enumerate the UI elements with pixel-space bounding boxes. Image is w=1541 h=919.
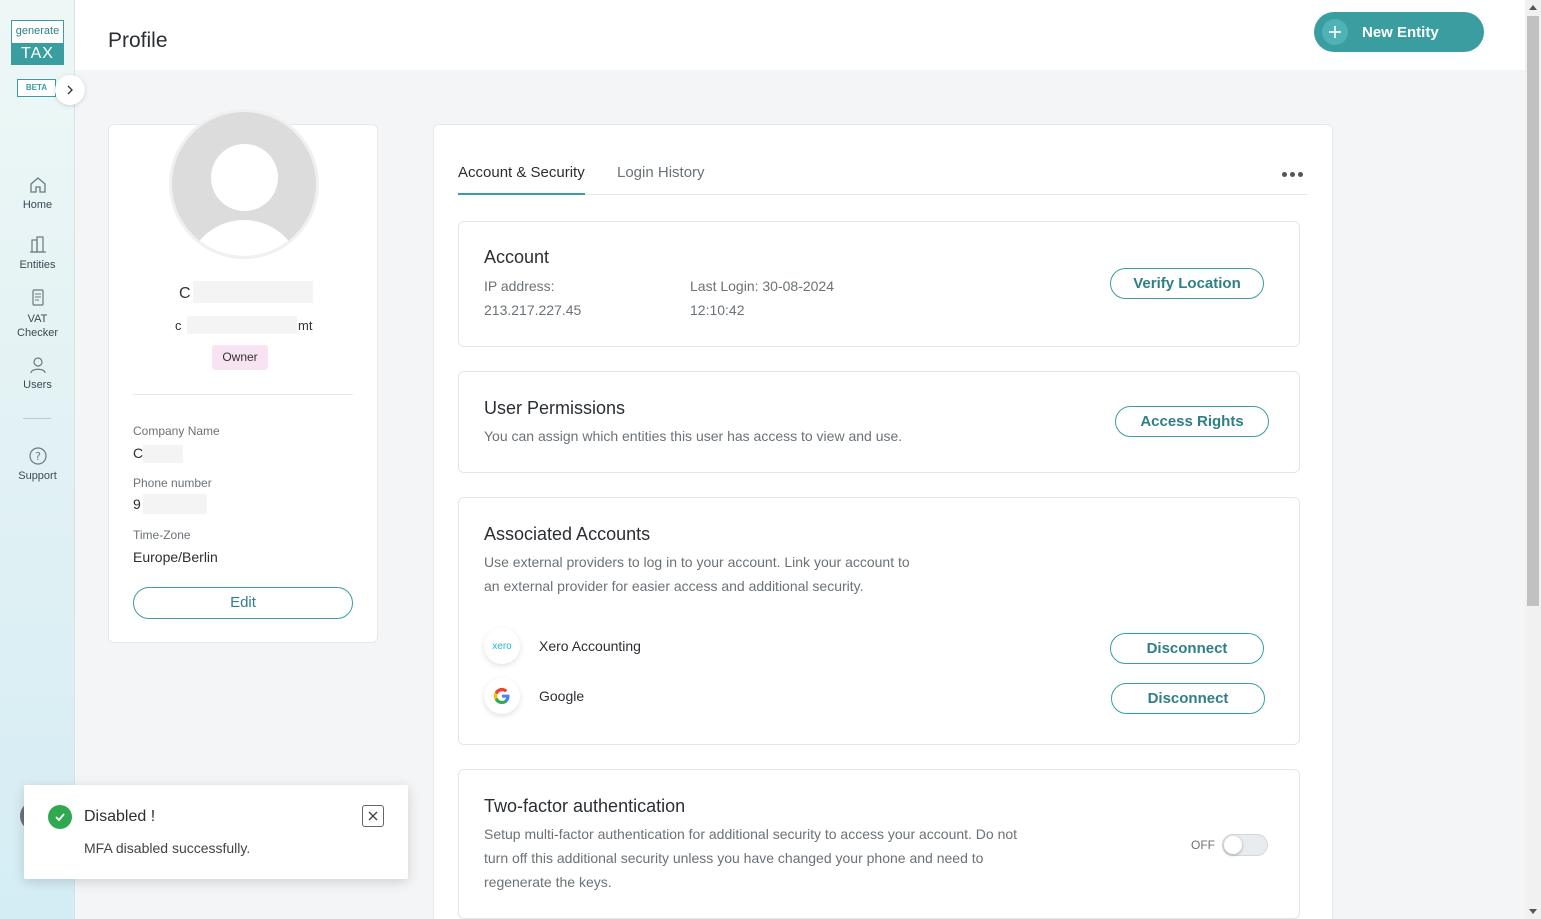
page-header: Profile New Entity xyxy=(75,0,1525,70)
associated-accounts-title: Associated Accounts xyxy=(484,524,651,544)
sidebar-item-support[interactable]: ? Support xyxy=(0,446,75,482)
edit-profile-button[interactable]: Edit xyxy=(133,587,353,619)
redacted-email xyxy=(187,316,297,334)
brand-logo[interactable]: generate TAX xyxy=(11,20,64,65)
sidebar-item-home[interactable]: Home xyxy=(0,175,75,211)
google-icon xyxy=(484,678,520,714)
sidebar-item-vat-checker[interactable]: VAT Checker xyxy=(0,288,75,340)
new-entity-button[interactable]: New Entity xyxy=(1314,12,1484,52)
verify-location-button[interactable]: Verify Location xyxy=(1110,268,1264,299)
sidebar-toggle-button[interactable] xyxy=(55,75,85,105)
phone-label: Phone number xyxy=(133,476,212,490)
account-security-card: Account & Security Login History Account… xyxy=(433,124,1333,919)
page-scrollbar[interactable] xyxy=(1525,0,1541,919)
sidebar-divider xyxy=(23,418,51,419)
role-badge: Owner xyxy=(212,345,268,370)
logo-top-text: generate xyxy=(15,25,60,37)
two-factor-text-line2: turn off this additional security unless… xyxy=(484,850,984,866)
document-icon xyxy=(31,289,44,306)
building-icon xyxy=(29,236,46,253)
ip-address-value: 213.217.227.45 xyxy=(484,302,582,318)
redacted-company xyxy=(143,445,183,463)
tab-bar: Account & Security Login History xyxy=(458,163,1308,195)
avatar[interactable] xyxy=(169,109,319,259)
xero-icon: xero xyxy=(484,628,520,664)
sidebar-item-label: VAT xyxy=(27,313,48,325)
company-name-label: Company Name xyxy=(133,424,220,438)
redacted-phone xyxy=(143,494,207,514)
redacted-name xyxy=(193,281,313,303)
plus-icon xyxy=(1322,19,1348,45)
last-login-label: Last Login: 30-08-2024 xyxy=(690,278,834,294)
logo-bottom-text: TAX xyxy=(12,43,63,65)
profile-card: C c mt Owner Company Name C Phone number… xyxy=(108,109,378,643)
beta-badge: BETA xyxy=(17,79,56,97)
disconnect-google-button[interactable]: Disconnect xyxy=(1111,683,1265,714)
timezone-label: Time-Zone xyxy=(133,528,191,542)
home-icon xyxy=(29,177,46,193)
associated-accounts-text-line2: an external provider for easier access a… xyxy=(484,578,864,594)
sidebar: generate TAX BETA Home Entities VAT Chec… xyxy=(0,0,75,919)
sidebar-item-label: Users xyxy=(23,379,52,391)
two-factor-text-line3: regenerate the keys. xyxy=(484,874,612,890)
user-permissions-title: User Permissions xyxy=(484,398,626,418)
toast-message: MFA disabled successfully. xyxy=(84,840,251,856)
timezone-value: Europe/Berlin xyxy=(133,549,218,565)
disconnect-xero-button[interactable]: Disconnect xyxy=(1110,633,1264,664)
two-factor-toggle-label: OFF xyxy=(1191,838,1215,852)
sidebar-item-label: Entities xyxy=(19,259,56,271)
sidebar-item-users[interactable]: Users xyxy=(0,355,75,391)
chevron-right-icon xyxy=(67,85,73,95)
scrollbar-thumb[interactable] xyxy=(1527,16,1539,606)
user-name: C xyxy=(179,285,191,302)
google-provider-name: Google xyxy=(539,688,585,704)
user-permissions-section: User Permissions You can assign which en… xyxy=(458,371,1300,473)
sidebar-item-label: Home xyxy=(22,199,53,211)
toast-title: Disabled ! xyxy=(84,808,156,825)
tab-account-security[interactable]: Account & Security xyxy=(458,164,585,195)
two-factor-toggle[interactable] xyxy=(1222,834,1268,856)
new-entity-label: New Entity xyxy=(1362,23,1439,41)
user-permissions-text: You can assign which entities this user … xyxy=(484,428,903,444)
account-title: Account xyxy=(484,247,550,267)
access-rights-button[interactable]: Access Rights xyxy=(1115,406,1269,437)
close-icon[interactable] xyxy=(362,805,384,827)
xero-provider-name: Xero Accounting xyxy=(539,638,641,654)
associated-accounts-section: Associated Accounts Use external provide… xyxy=(458,497,1300,745)
more-options-icon[interactable] xyxy=(1282,172,1303,177)
sidebar-item-label: Checker xyxy=(17,327,58,339)
two-factor-section: Two-factor authentication Setup multi-fa… xyxy=(458,769,1300,919)
account-section: Account IP address: 213.217.227.45 Last … xyxy=(458,221,1300,347)
svg-text:?: ? xyxy=(35,450,41,463)
scroll-down-icon[interactable] xyxy=(1529,909,1537,914)
page-title: Profile xyxy=(108,29,168,52)
phone-value: 9 xyxy=(133,496,141,512)
help-icon: ? xyxy=(28,447,47,465)
sidebar-item-label: Support xyxy=(18,470,57,482)
divider xyxy=(133,394,353,395)
scroll-up-icon[interactable] xyxy=(1529,5,1537,10)
two-factor-title: Two-factor authentication xyxy=(484,796,686,816)
user-email-end: mt xyxy=(298,318,313,333)
company-name-value: C xyxy=(133,445,144,461)
tab-login-history[interactable]: Login History xyxy=(617,164,705,181)
notification-toast: Disabled ! MFA disabled successfully. xyxy=(24,785,408,879)
user-email: c xyxy=(175,318,182,333)
associated-accounts-text-line1: Use external providers to log in to your… xyxy=(484,554,910,570)
ip-address-label: IP address: xyxy=(484,278,555,294)
sidebar-item-entities[interactable]: Entities xyxy=(0,235,75,271)
user-icon xyxy=(29,357,46,374)
last-login-time: 12:10:42 xyxy=(690,302,745,318)
check-circle-icon xyxy=(48,805,72,829)
two-factor-text-line1: Setup multi-factor authentication for ad… xyxy=(484,826,1018,842)
